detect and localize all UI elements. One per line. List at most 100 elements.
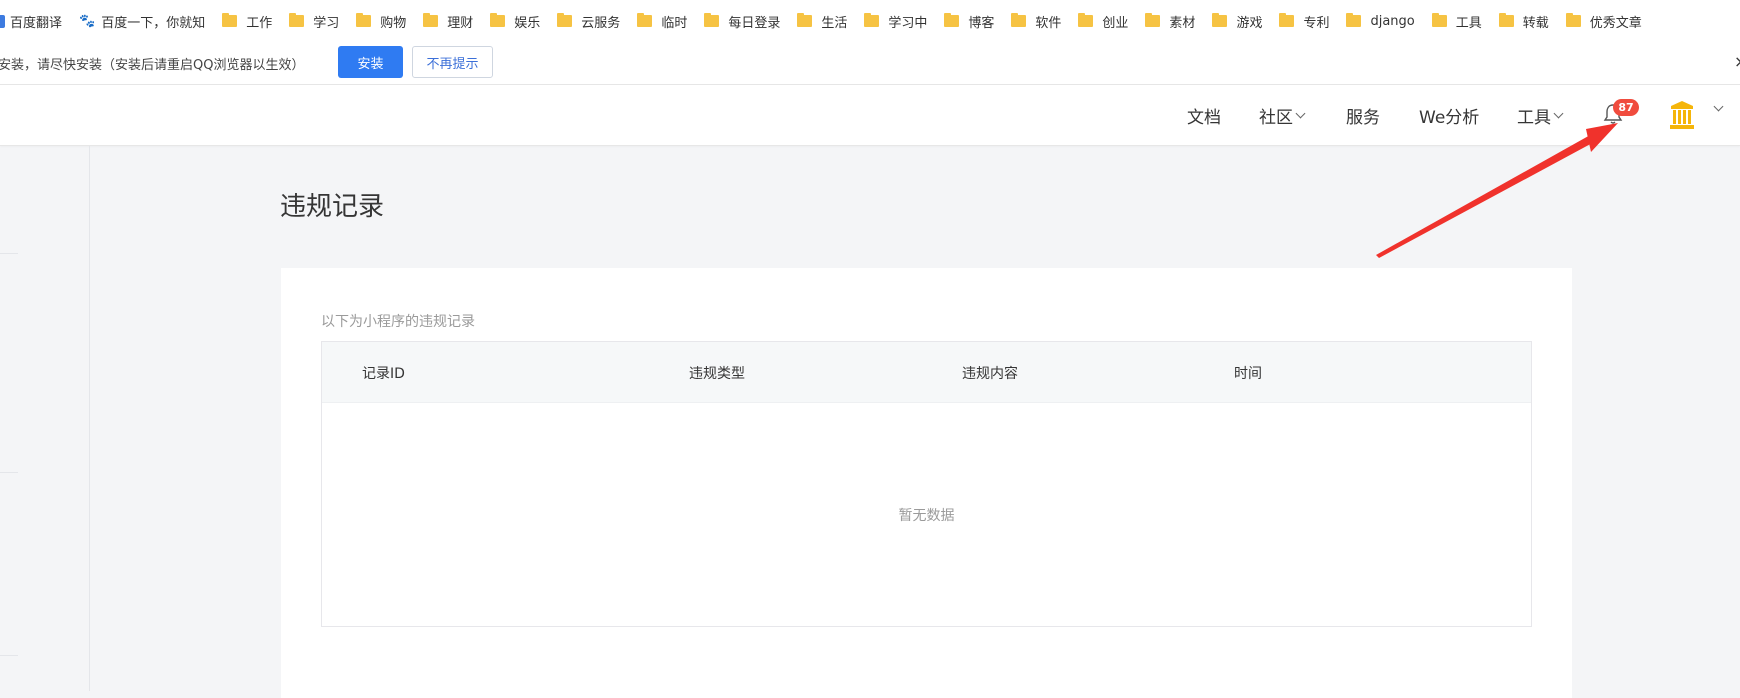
sidebar [0, 146, 90, 691]
nav-docs-label: 文档 [1187, 108, 1221, 128]
bookmark-label: 学习 [313, 15, 340, 31]
nav-services[interactable]: 服务 [1346, 103, 1380, 128]
close-icon[interactable]: × [1734, 52, 1740, 71]
bookmark-label: 每日登录 [728, 15, 781, 31]
bookmark-item[interactable]: 工作 [222, 0, 272, 42]
sidebar-divider [0, 472, 18, 473]
bookmark-label: 博客 [968, 15, 995, 31]
bookmark-item[interactable]: 游戏 [1212, 0, 1262, 42]
bookmark-item[interactable]: 云服务 [557, 0, 620, 42]
chevron-down-icon [1553, 108, 1564, 119]
folder-icon [1078, 13, 1094, 27]
bookmark-item[interactable]: 娱乐 [490, 0, 540, 42]
bookmark-item[interactable]: 创业 [1078, 0, 1128, 42]
bookmark-label: 理财 [447, 15, 474, 31]
bookmark-item[interactable]: django [1346, 0, 1415, 42]
folder-icon [490, 13, 506, 27]
folder-icon [944, 13, 960, 27]
bookmark-label: 工作 [246, 15, 273, 31]
bookmark-label: 学习中 [888, 15, 928, 31]
install-infobar: 安装，请尽快安装（安装后请重启QQ浏览器以生效） 安装 不再提示 × [0, 42, 1740, 85]
nav-community-label: 社区 [1259, 108, 1293, 128]
top-nav: 文档 社区 服务 We分析 工具 [0, 85, 1740, 146]
sidebar-divider [0, 253, 18, 254]
folder-icon [1145, 13, 1161, 27]
nav-tools-label: 工具 [1517, 108, 1551, 128]
avatar[interactable] [1669, 101, 1695, 129]
chevron-down-icon [1295, 108, 1306, 119]
baidu-paw-icon: 🐾 [79, 13, 96, 29]
folder-icon [637, 13, 653, 27]
bookmark-label: 百度翻译 [10, 15, 63, 31]
infobar-message: 安装，请尽快安装（安装后请重启QQ浏览器以生效） [0, 58, 305, 73]
column-header-record-id: 记录ID [362, 366, 405, 382]
bookmark-item[interactable]: 学习 [289, 0, 339, 42]
column-header-violation-type: 违规类型 [689, 366, 745, 382]
bookmark-label: 创业 [1102, 15, 1129, 31]
nav-community[interactable]: 社区 [1259, 103, 1306, 128]
nav-analytics-label: We分析 [1419, 108, 1480, 128]
bookmark-item[interactable]: 转载 [1498, 0, 1549, 42]
folder-icon [423, 13, 439, 27]
bookmark-item[interactable]: 优秀文章 [1565, 0, 1642, 42]
bookmark-item[interactable]: 临时 [637, 0, 687, 42]
sidebar-divider [0, 655, 18, 656]
violation-records-table: 记录ID 违规类型 违规内容 时间 暂无数据 [321, 341, 1532, 627]
folder-icon [864, 13, 880, 27]
bookmark-item[interactable]: 百度翻译 [0, 0, 62, 42]
folder-icon [222, 13, 238, 27]
folder-icon [1011, 13, 1027, 27]
bookmark-item[interactable]: 素材 [1145, 0, 1195, 42]
install-button[interactable]: 安装 [338, 46, 403, 78]
bookmark-item[interactable]: 软件 [1011, 0, 1061, 42]
page-description: 以下为小程序的违规记录 [321, 314, 475, 330]
bookmark-item[interactable]: 购物 [356, 0, 406, 42]
bookmark-label: django [1370, 13, 1415, 29]
bookmark-item[interactable]: 专利 [1279, 0, 1329, 42]
bookmark-label: 转载 [1522, 15, 1549, 31]
folder-icon [1565, 13, 1581, 27]
nav-docs[interactable]: 文档 [1187, 103, 1221, 128]
bookmark-item[interactable]: 生活 [797, 0, 847, 42]
bookmark-label: 购物 [380, 15, 407, 31]
folder-icon [1346, 13, 1362, 27]
page-title: 违规记录 [280, 192, 385, 222]
bookmark-item[interactable]: 🐾 百度一下，你就知 [79, 0, 205, 42]
column-header-violation-content: 违规内容 [962, 366, 1018, 382]
bookmark-label: 专利 [1303, 15, 1330, 31]
bookmark-item[interactable]: 每日登录 [704, 0, 780, 42]
folder-icon [1431, 13, 1447, 27]
bookmark-label: 临时 [661, 15, 688, 31]
bookmark-item[interactable]: 学习中 [864, 0, 927, 42]
folder-icon [1212, 13, 1228, 27]
table-header: 记录ID 违规类型 违规内容 时间 [322, 342, 1531, 403]
bookmark-item[interactable]: 理财 [423, 0, 473, 42]
bookmarks-bar: 百度翻译 🐾 百度一下，你就知 工作 学习 购物 理财 娱乐 云服务 临时 每日登录 生活 学习中 博客 软… [0, 0, 1740, 42]
bookmark-label: 云服务 [581, 15, 621, 31]
folder-icon [704, 13, 720, 27]
bookmark-label: 工具 [1455, 15, 1482, 31]
bookmark-label: 优秀文章 [1589, 15, 1642, 31]
bookmark-label: 软件 [1035, 15, 1062, 31]
nav-analytics[interactable]: We分析 [1419, 103, 1479, 128]
empty-state-text: 暂无数据 [898, 508, 955, 524]
translate-icon [0, 14, 5, 28]
bookmark-item[interactable]: 博客 [944, 0, 994, 42]
folder-icon [289, 13, 305, 27]
folder-icon [1498, 13, 1514, 27]
folder-icon [356, 13, 372, 27]
nav-tools[interactable]: 工具 [1517, 103, 1564, 128]
bookmark-label: 游戏 [1236, 15, 1263, 31]
violation-records-card: 以下为小程序的违规记录 记录ID 违规类型 违规内容 时间 暂无数据 [281, 268, 1572, 698]
bookmark-item[interactable]: 工具 [1431, 0, 1482, 42]
column-header-time: 时间 [1234, 366, 1262, 382]
folder-icon [797, 13, 813, 27]
folder-icon [1279, 13, 1295, 27]
notification-badge: 87 [1613, 99, 1639, 116]
bookmark-label: 生活 [821, 15, 848, 31]
folder-icon [557, 13, 573, 27]
bookmark-label: 百度一下，你就知 [101, 15, 206, 31]
bookmark-label: 素材 [1169, 15, 1196, 31]
dont-show-again-button[interactable]: 不再提示 [412, 46, 493, 78]
nav-services-label: 服务 [1346, 108, 1380, 128]
